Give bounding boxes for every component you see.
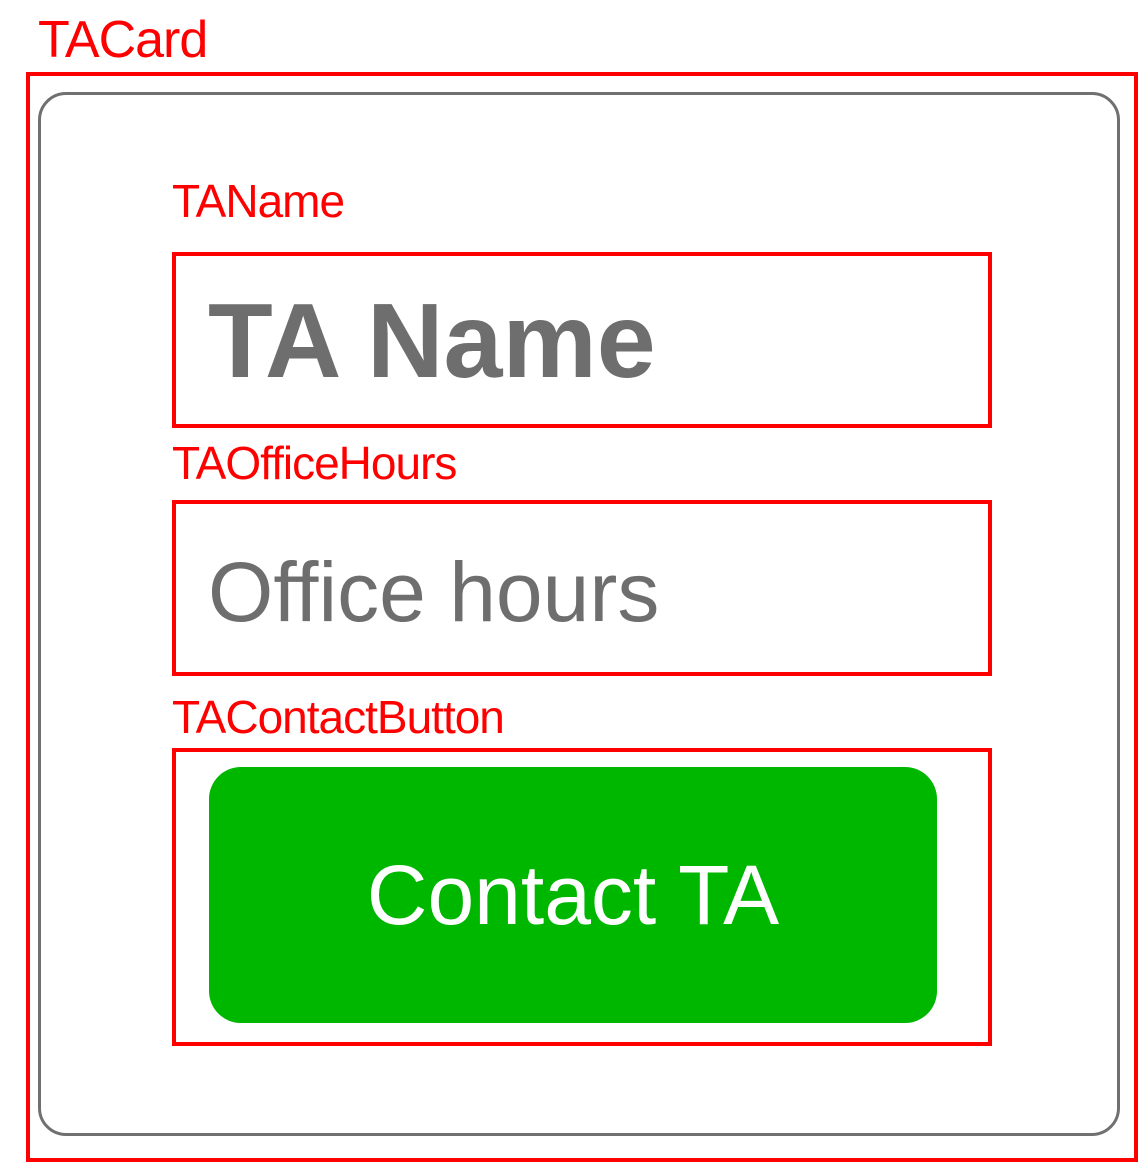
annotation-label-ta-card: TACard — [38, 11, 208, 69]
ta-office-hours-text: Office hours — [208, 545, 660, 639]
annotation-label-ta-name: TAName — [172, 175, 345, 227]
ta-name-text: TA Name — [208, 282, 656, 400]
annotation-label-ta-office-hours: TAOfficeHours — [172, 437, 457, 489]
contact-ta-button[interactable]: Contact TA — [209, 767, 937, 1023]
annotation-label-ta-contact-button: TAContactButton — [172, 691, 505, 743]
